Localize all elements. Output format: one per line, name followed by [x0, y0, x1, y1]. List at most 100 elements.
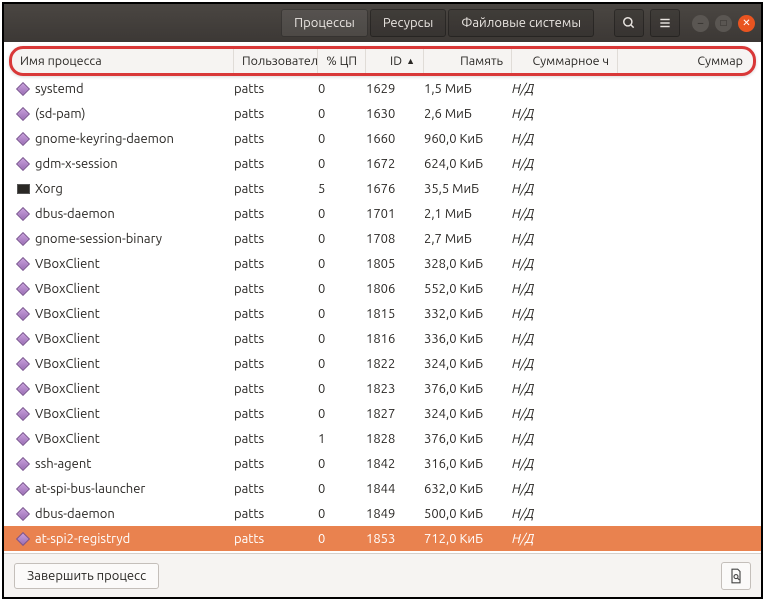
table-row[interactable]: VBoxClientpatts01822324,0 КиБН/Д — [4, 351, 761, 376]
process-mem: 712,0 КиБ — [416, 532, 504, 546]
process-user: patts — [226, 432, 310, 446]
process-sum1: Н/Д — [504, 382, 610, 396]
diamond-icon — [16, 282, 30, 296]
tab-filesystems[interactable]: Файловые системы — [448, 9, 594, 37]
table-row[interactable]: gdm-x-sessionpatts01672624,0 КиБН/Д — [4, 151, 761, 176]
process-sum1: Н/Д — [504, 457, 610, 471]
table-row[interactable]: (sd-pam)patts016302,6 МиБН/Д — [4, 101, 761, 126]
process-cpu: 0 — [310, 282, 358, 296]
process-user: patts — [226, 332, 310, 346]
diamond-icon — [16, 232, 30, 246]
tab-resources[interactable]: Ресурсы — [370, 9, 446, 37]
diamond-icon — [16, 482, 30, 496]
table-row[interactable]: systemdpatts016291,5 МиБН/Д — [4, 76, 761, 101]
column-header-user[interactable]: Пользовател — [234, 49, 318, 73]
process-user: patts — [226, 107, 310, 121]
table-row[interactable]: gnome-session-binarypatts017082,7 МиБН/Д — [4, 226, 761, 251]
table-row[interactable]: gnome-keyring-daemonpatts01660960,0 КиБН… — [4, 126, 761, 151]
process-mem: 500,0 КиБ — [416, 507, 504, 521]
process-name: dbus-daemon — [35, 207, 115, 221]
process-sum1: Н/Д — [504, 307, 610, 321]
process-mem: 324,0 КиБ — [416, 407, 504, 421]
table-row[interactable]: dbus-daemonpatts017012,1 МиБН/Д — [4, 201, 761, 226]
process-id: 1660 — [358, 132, 416, 146]
process-name: at-spi2-registryd — [35, 532, 130, 546]
diamond-icon — [16, 432, 30, 446]
process-id: 1844 — [358, 482, 416, 496]
process-mem: 960,0 КиБ — [416, 132, 504, 146]
window-controls: ‒ □ ✕ — [692, 15, 755, 32]
table-row[interactable]: VBoxClientpatts01823376,0 КиБН/Д — [4, 376, 761, 401]
table-row[interactable]: VBoxClientpatts01816336,0 КиБН/Д — [4, 326, 761, 351]
table-row[interactable]: VBoxClientpatts11828376,0 КиБН/Д — [4, 426, 761, 451]
process-id: 1806 — [358, 282, 416, 296]
diamond-icon — [16, 107, 30, 121]
process-sum1: Н/Д — [504, 207, 610, 221]
table-row[interactable]: Xorgpatts5167635,5 МиБН/Д — [4, 176, 761, 201]
maximize-button[interactable]: □ — [715, 15, 732, 32]
process-sum1: Н/Д — [504, 132, 610, 146]
column-header-mem[interactable]: Память — [424, 49, 512, 73]
end-process-button[interactable]: Завершить процесс — [14, 563, 159, 589]
table-row[interactable]: VBoxClientpatts01827324,0 КиБН/Д — [4, 401, 761, 426]
process-properties-button[interactable] — [721, 562, 751, 590]
diamond-icon — [16, 382, 30, 396]
column-header-sum1[interactable]: Суммарное ч — [512, 49, 618, 73]
process-sum1: Н/Д — [504, 482, 610, 496]
process-id: 1708 — [358, 232, 416, 246]
column-header-sum2[interactable]: Суммар — [618, 49, 753, 73]
diamond-icon — [16, 457, 30, 471]
process-id: 1842 — [358, 457, 416, 471]
process-name: VBoxClient — [35, 432, 100, 446]
process-id: 1701 — [358, 207, 416, 221]
table-row[interactable]: VBoxClientpatts01815332,0 КиБН/Д — [4, 301, 761, 326]
tab-processes[interactable]: Процессы — [281, 9, 368, 37]
process-id: 1816 — [358, 332, 416, 346]
column-header-name[interactable]: Имя процесса — [12, 49, 234, 73]
process-name: VBoxClient — [35, 282, 100, 296]
process-name: Xorg — [35, 182, 63, 196]
process-cpu: 0 — [310, 507, 358, 521]
process-cpu: 0 — [310, 457, 358, 471]
process-sum1: Н/Д — [504, 182, 610, 196]
process-cpu: 1 — [310, 432, 358, 446]
process-name: at-spi-bus-launcher — [35, 482, 145, 496]
process-name: VBoxClient — [35, 382, 100, 396]
process-name: VBoxClient — [35, 307, 100, 321]
process-mem: 624,0 КиБ — [416, 157, 504, 171]
process-sum1: Н/Д — [504, 157, 610, 171]
process-name: dbus-daemon — [35, 507, 115, 521]
process-user: patts — [226, 382, 310, 396]
titlebar: Процессы Ресурсы Файловые системы ‒ □ ✕ — [4, 4, 761, 42]
table-row[interactable]: dbus-daemonpatts01849500,0 КиБН/Д — [4, 501, 761, 526]
search-icon — [622, 16, 636, 30]
column-header-cpu[interactable]: % ЦП — [318, 49, 366, 73]
process-cpu: 0 — [310, 107, 358, 121]
process-name: gdm-x-session — [35, 157, 118, 171]
table-row[interactable]: at-spi-bus-launcherpatts01844632,0 КиБН/… — [4, 476, 761, 501]
menu-button[interactable] — [650, 9, 680, 37]
search-button[interactable] — [614, 9, 644, 37]
diamond-icon — [16, 332, 30, 346]
process-user: patts — [226, 507, 310, 521]
close-button[interactable]: ✕ — [738, 15, 755, 32]
process-name: ssh-agent — [35, 457, 91, 471]
monitor-icon — [16, 182, 30, 196]
process-cpu: 0 — [310, 307, 358, 321]
process-id: 1805 — [358, 257, 416, 271]
table-row[interactable]: at-spi2-registrydpatts01853712,0 КиБН/Д — [4, 526, 761, 551]
process-user: patts — [226, 532, 310, 546]
diamond-icon — [16, 307, 30, 321]
minimize-button[interactable]: ‒ — [692, 15, 709, 32]
process-id: 1676 — [358, 182, 416, 196]
column-header-id[interactable]: ID ▲ — [366, 49, 424, 73]
table-row[interactable]: VBoxClientpatts01805328,0 КиБН/Д — [4, 251, 761, 276]
process-id: 1853 — [358, 532, 416, 546]
process-id: 1815 — [358, 307, 416, 321]
process-name: VBoxClient — [35, 357, 100, 371]
table-row[interactable]: ssh-agentpatts01842316,0 КиБН/Д — [4, 451, 761, 476]
process-table: systemdpatts016291,5 МиБН/Д(sd-pam)patts… — [4, 76, 761, 553]
process-mem: 376,0 КиБ — [416, 432, 504, 446]
table-row[interactable]: VBoxClientpatts01806552,0 КиБН/Д — [4, 276, 761, 301]
process-cpu: 0 — [310, 257, 358, 271]
